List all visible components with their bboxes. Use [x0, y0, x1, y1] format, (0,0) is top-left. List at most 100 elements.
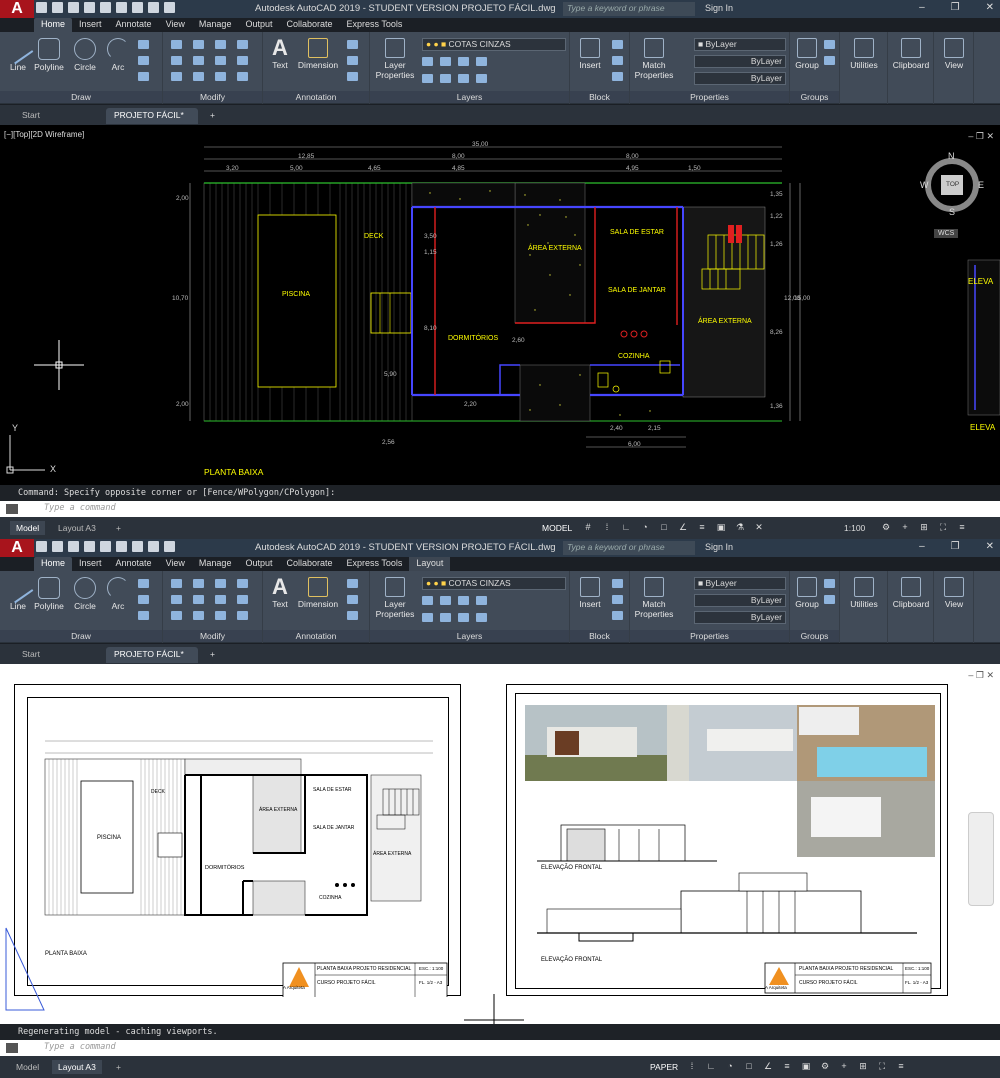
attribute-icon[interactable] — [612, 611, 623, 620]
view-button[interactable]: View — [936, 577, 972, 609]
wcs-menu[interactable]: WCS — [934, 229, 959, 238]
annotation-panel-title[interactable]: Annotation — [263, 91, 369, 103]
tab-home[interactable]: Home — [34, 557, 73, 571]
snap-icon[interactable]: ⁞ — [601, 521, 613, 533]
fillet-icon[interactable] — [215, 56, 226, 65]
web-icon[interactable] — [116, 2, 127, 13]
edit-block-icon[interactable] — [612, 56, 623, 65]
text-button[interactable]: A Text — [267, 575, 293, 610]
circle-button[interactable]: Circle — [70, 577, 100, 611]
block-panel-title[interactable]: Block — [570, 630, 629, 642]
rotate-icon[interactable] — [193, 579, 204, 588]
stretch-icon[interactable] — [171, 611, 182, 620]
layer-tool-icon[interactable] — [476, 596, 487, 605]
viewcube-north[interactable]: N — [948, 151, 955, 161]
settings-icon[interactable]: ⚙ — [880, 521, 892, 533]
layer-dropdown[interactable]: ● ● ■ COTAS CINZAS — [422, 38, 566, 51]
annotation-icon[interactable]: ⚗ — [734, 521, 746, 533]
new-tab-button[interactable]: + — [202, 108, 223, 124]
command-icon[interactable] — [6, 1043, 18, 1053]
insert-button[interactable]: Insert — [574, 577, 606, 609]
modify-panel-title[interactable]: Modify — [163, 630, 262, 642]
offset-icon[interactable] — [237, 72, 248, 81]
sign-in-button[interactable]: Sign In — [705, 542, 733, 552]
drawing-canvas[interactable]: [−][Top][2D Wireframe] Y X 35,00 12,85 8… — [0, 125, 1000, 485]
layer-properties-button[interactable]: Layer Properties — [374, 577, 416, 619]
cloud-icon[interactable] — [100, 2, 111, 13]
lineweight-dropdown[interactable]: ByLayer — [694, 611, 786, 624]
layer-properties-button[interactable]: Layer Properties — [374, 38, 416, 80]
groups-panel-title[interactable]: Groups — [790, 91, 839, 103]
linetype-dropdown[interactable]: ByLayer — [694, 594, 786, 607]
linear-dim-icon[interactable] — [347, 40, 358, 49]
clipboard-button[interactable]: Clipboard — [888, 577, 934, 609]
explode-icon[interactable] — [237, 595, 248, 604]
paper-space-toggle[interactable]: PAPER — [644, 1060, 684, 1074]
color-dropdown[interactable]: ■ ByLayer — [694, 577, 786, 590]
layer-tool-icon[interactable] — [422, 74, 433, 83]
layer-tool-icon[interactable] — [476, 74, 487, 83]
open-icon[interactable] — [52, 541, 63, 552]
minimize-icon[interactable]: – — [919, 541, 925, 552]
tab-express-tools[interactable]: Express Tools — [340, 18, 410, 32]
search-input[interactable]: Type a keyword or phrase — [563, 2, 695, 16]
viewport-controls[interactable]: – ❐ ✕ — [968, 131, 994, 142]
viewcube-east[interactable]: E — [978, 180, 984, 190]
tab-start[interactable]: Start — [14, 108, 48, 124]
restore-icon[interactable]: ❐ — [951, 2, 960, 13]
save-as-icon[interactable] — [84, 541, 95, 552]
add-layout-icon[interactable]: + — [110, 521, 127, 535]
command-input[interactable]: Type a command — [0, 1040, 1000, 1056]
view-button[interactable]: View — [936, 38, 972, 70]
array-icon[interactable] — [215, 72, 226, 81]
layer-tool-icon[interactable] — [422, 596, 433, 605]
tab-annotate[interactable]: Annotate — [109, 18, 159, 32]
properties-panel-title[interactable]: Properties — [630, 630, 789, 642]
linear-dim-icon[interactable] — [347, 579, 358, 588]
erase-icon[interactable] — [237, 40, 248, 49]
create-block-icon[interactable] — [612, 40, 623, 49]
menu-icon[interactable]: ≡ — [956, 521, 968, 533]
polar-icon[interactable]: ◔ — [639, 521, 651, 533]
autocad-logo-icon[interactable]: A — [0, 539, 34, 557]
ungroup-icon[interactable] — [824, 579, 835, 588]
modify-panel-title[interactable]: Modify — [163, 91, 262, 103]
redo-icon[interactable] — [164, 541, 175, 552]
color-dropdown[interactable]: ■ ByLayer — [694, 38, 786, 51]
osnap-icon[interactable]: □ — [743, 1060, 755, 1072]
navigation-bar[interactable] — [968, 812, 994, 906]
tab-view[interactable]: View — [159, 18, 192, 32]
tab-collaborate[interactable]: Collaborate — [279, 557, 339, 571]
new-tab-button[interactable]: + — [202, 647, 223, 663]
hatch-icon[interactable] — [138, 611, 149, 620]
annotation-panel-title[interactable]: Annotation — [263, 630, 369, 642]
attribute-icon[interactable] — [612, 72, 623, 81]
table-icon[interactable] — [347, 611, 358, 620]
line-button[interactable]: Line — [2, 572, 34, 611]
tab-layout[interactable]: Layout A3 — [52, 1060, 102, 1074]
cloud-icon[interactable] — [100, 541, 111, 552]
viewcube-west[interactable]: W — [920, 180, 929, 190]
model-space-toggle[interactable]: MODEL — [536, 521, 578, 535]
layer-tool-icon[interactable] — [440, 596, 451, 605]
mirror-icon[interactable] — [193, 595, 204, 604]
table-icon[interactable] — [347, 72, 358, 81]
close-icon[interactable]: ✕ — [986, 541, 994, 552]
ortho-icon[interactable]: ∟ — [620, 521, 632, 533]
plus-icon[interactable]: + — [838, 1060, 850, 1072]
workspace-icon[interactable]: ✕ — [753, 521, 765, 533]
stretch-icon[interactable] — [171, 72, 182, 81]
group-edit-icon[interactable] — [824, 56, 835, 65]
transparency-icon[interactable]: ▣ — [800, 1060, 812, 1072]
viewcube-top[interactable]: TOP — [946, 181, 959, 188]
layer-tool-icon[interactable] — [440, 74, 451, 83]
redo-icon[interactable] — [164, 2, 175, 13]
polyline-button[interactable]: Polyline — [32, 38, 66, 72]
draw-panel-title[interactable]: Draw — [0, 91, 162, 103]
tab-insert[interactable]: Insert — [72, 557, 109, 571]
snap-icon[interactable]: ⁞ — [686, 1060, 698, 1072]
group-button[interactable]: Group — [792, 38, 822, 70]
viewport-controls[interactable]: – ❐ ✕ — [968, 670, 994, 681]
circle-button[interactable]: Circle — [70, 38, 100, 72]
rotate-icon[interactable] — [193, 40, 204, 49]
